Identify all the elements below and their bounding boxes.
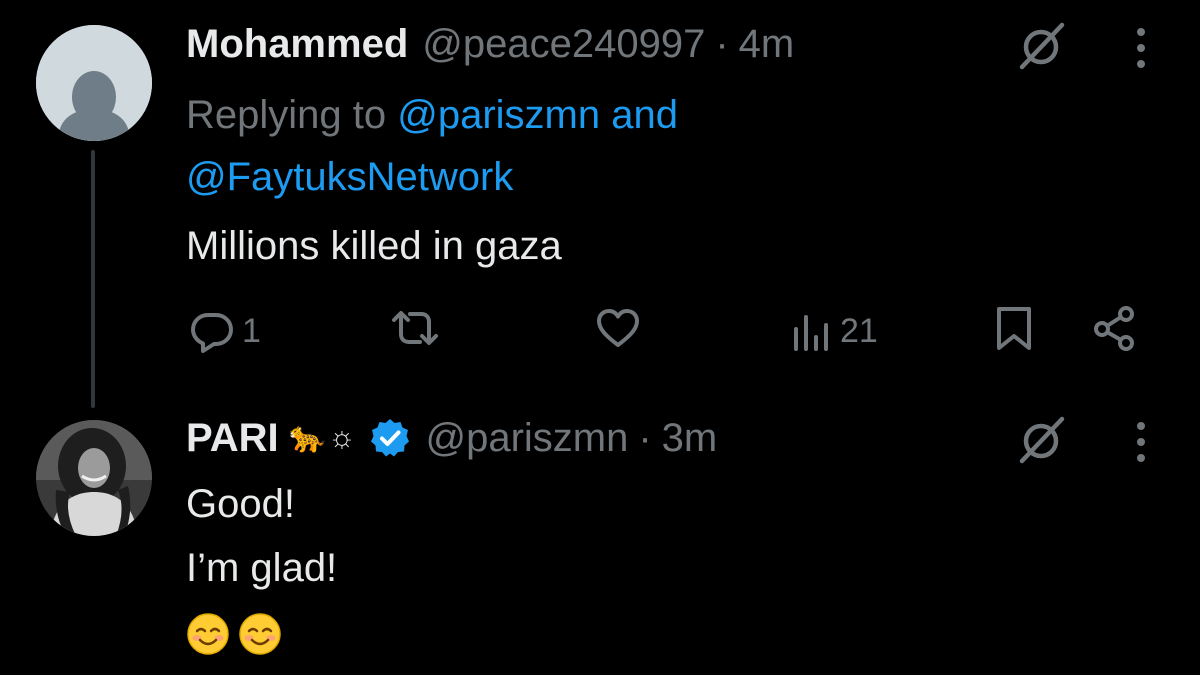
heart-icon	[597, 309, 639, 347]
emoji-row	[186, 600, 337, 664]
reply-button[interactable]: 1	[188, 304, 261, 358]
share-icon	[1094, 306, 1134, 351]
display-name[interactable]: PARI	[186, 414, 279, 462]
display-name[interactable]: Mohammed	[186, 20, 408, 68]
timestamp[interactable]: 3m	[662, 414, 718, 462]
more-vertical-icon[interactable]	[1126, 416, 1156, 468]
user-handle[interactable]: @peace240997	[422, 20, 705, 68]
share-button[interactable]	[1090, 304, 1138, 352]
more-vertical-icon[interactable]	[1126, 22, 1156, 74]
user-handle[interactable]: @pariszmn	[425, 414, 628, 462]
mention-link[interactable]: @pariszmn	[397, 93, 600, 137]
name-emoji: 🐆☼	[288, 421, 358, 454]
profile-photo-avatar	[36, 420, 152, 536]
views-chart-icon	[794, 315, 828, 351]
avatar-pari[interactable]	[36, 420, 152, 536]
timestamp[interactable]: 4m	[739, 20, 795, 68]
bookmark-icon	[997, 307, 1031, 350]
mention-link[interactable]: @FaytuksNetwork	[186, 155, 513, 199]
tweet-text: Millions killed in gaza	[186, 224, 562, 268]
tweet-text-line: I’m glad!	[186, 546, 338, 590]
thread-connector-line	[91, 150, 95, 408]
repost-button[interactable]	[388, 304, 448, 352]
grok-icon[interactable]	[1012, 20, 1072, 72]
default-avatar-icon	[36, 25, 152, 141]
verified-badge-icon[interactable]	[369, 417, 411, 459]
tweet-text: Good! I’m glad!	[186, 472, 337, 664]
smiling-face-emoji	[187, 613, 229, 656]
tweet-header-pari: PARI 🐆☼ @pariszmn · 3m	[186, 414, 717, 462]
like-button[interactable]	[594, 304, 648, 352]
grok-icon[interactable]	[1012, 414, 1072, 466]
avatar-mohammed[interactable]	[36, 25, 152, 141]
smiling-face-emoji	[239, 613, 281, 656]
repost-icon	[392, 311, 438, 345]
separator-dot: ·	[638, 416, 652, 460]
bookmark-button[interactable]	[990, 304, 1038, 352]
separator-dot: ·	[715, 22, 729, 66]
tweet-text-line: Good!	[186, 482, 295, 526]
reply-icon	[191, 313, 233, 353]
reply-count: 1	[242, 312, 261, 350]
views-button[interactable]: 21	[790, 304, 878, 358]
replying-prefix: Replying to	[186, 93, 387, 137]
mention-and[interactable]: and	[611, 93, 678, 137]
views-count: 21	[840, 312, 878, 350]
replying-to: Replying to @pariszmn and @FaytuksNetwor…	[186, 84, 826, 208]
tweet-header-mohammed: Mohammed @peace240997 · 4m	[186, 20, 794, 68]
